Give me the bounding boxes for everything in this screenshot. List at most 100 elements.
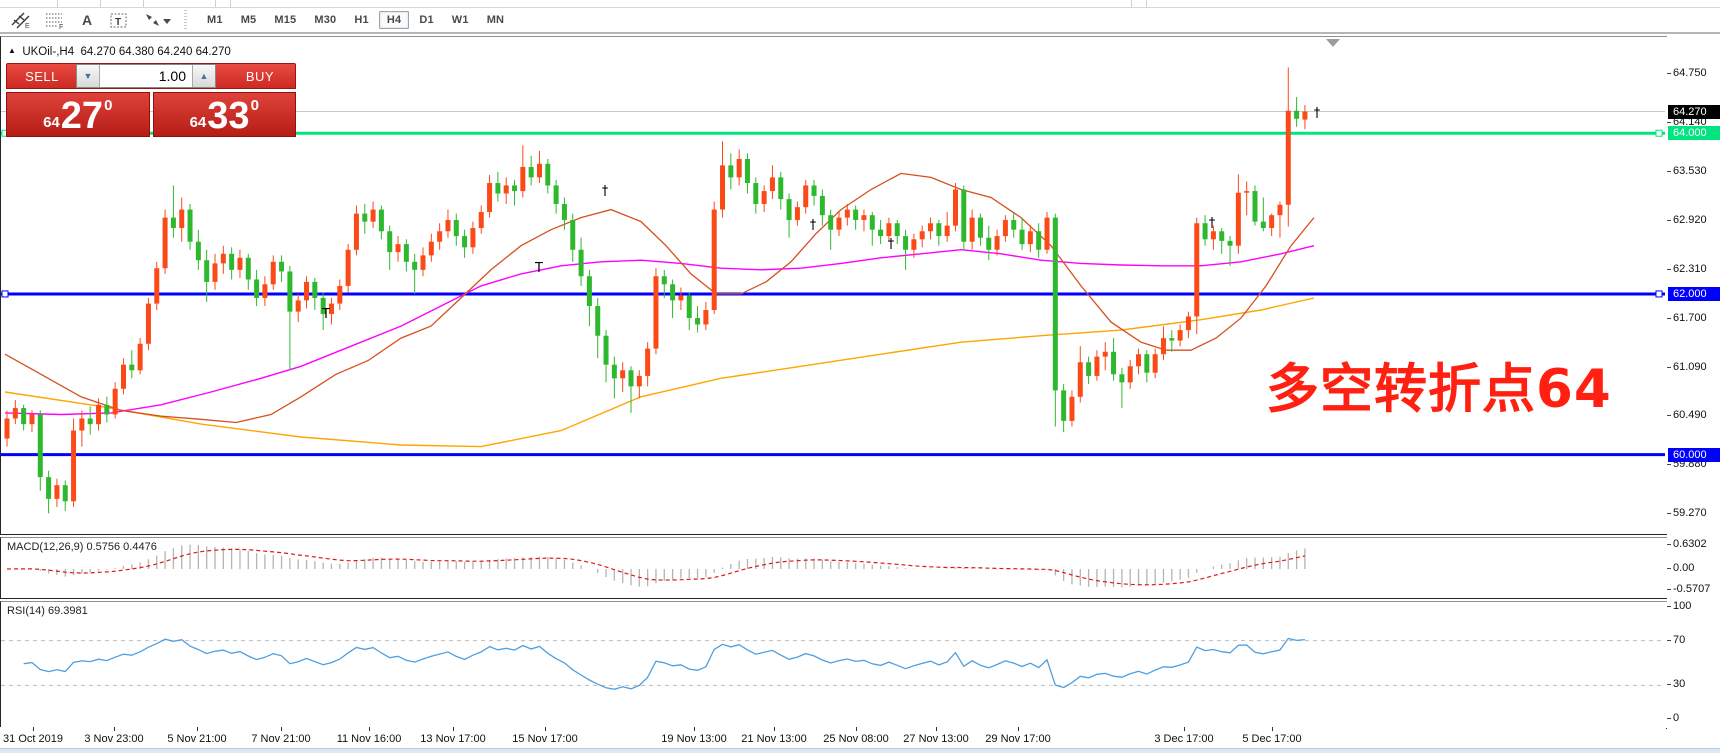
arrows-icon[interactable] bbox=[140, 9, 174, 31]
candle-body bbox=[695, 318, 700, 324]
macd-panel[interactable]: MACD(12,26,9) 0.5756 0.4476 bbox=[0, 537, 1668, 599]
tab-h1[interactable]: H1 bbox=[346, 11, 376, 29]
candle-body bbox=[1011, 220, 1016, 230]
candle-body bbox=[653, 276, 658, 348]
candle-body bbox=[870, 215, 875, 229]
candle-body bbox=[762, 191, 767, 204]
time-tick bbox=[936, 727, 937, 731]
text-box-icon[interactable]: T bbox=[106, 9, 132, 31]
svg-text:T: T bbox=[115, 17, 121, 28]
candle-body bbox=[678, 296, 683, 301]
candle-body bbox=[354, 214, 359, 250]
tab-w1[interactable]: W1 bbox=[444, 11, 477, 29]
tab-m30[interactable]: M30 bbox=[306, 11, 344, 29]
volume-increase-button[interactable]: ▲ bbox=[192, 65, 215, 87]
candle-body bbox=[1119, 374, 1124, 382]
time-label: 11 Nov 16:00 bbox=[337, 733, 402, 745]
collapse-arrow-icon[interactable]: ▲ bbox=[8, 46, 16, 55]
toolbar-separator bbox=[57, 0, 58, 7]
volume-decrease-button[interactable]: ▼ bbox=[77, 65, 100, 87]
tab-m15[interactable]: M15 bbox=[266, 11, 304, 29]
window-bottom-strip bbox=[0, 748, 1720, 753]
equidistant-channel-icon[interactable]: E bbox=[8, 9, 34, 31]
price-tick: 64.750 bbox=[1667, 67, 1720, 79]
fibonacci-icon[interactable]: F bbox=[42, 9, 68, 31]
candle-body bbox=[928, 223, 933, 231]
text-label-icon[interactable]: A bbox=[74, 9, 100, 31]
candle-body bbox=[71, 431, 76, 502]
candle-body bbox=[945, 226, 950, 236]
candle-body bbox=[1161, 338, 1166, 354]
candle-body bbox=[1028, 231, 1033, 244]
candle-body bbox=[1178, 330, 1183, 340]
candle-body bbox=[221, 254, 226, 264]
svg-text:F: F bbox=[59, 24, 63, 29]
candle-body bbox=[1111, 352, 1116, 375]
candle-body bbox=[179, 210, 184, 228]
candle-body bbox=[645, 349, 650, 376]
candle-body bbox=[712, 210, 717, 310]
time-tick bbox=[33, 727, 34, 731]
price-tick: 63.530 bbox=[1667, 165, 1720, 177]
time-label: 15 Nov 17:00 bbox=[512, 733, 577, 745]
ask-big-digits: 33 bbox=[207, 99, 249, 133]
candle-body bbox=[1053, 218, 1058, 391]
candle-body bbox=[54, 485, 59, 499]
buy-button[interactable]: BUY bbox=[225, 69, 295, 84]
line-handle[interactable] bbox=[2, 291, 8, 297]
chart-object-marker[interactable]: † bbox=[1209, 216, 1216, 231]
chart-object-marker[interactable]: † bbox=[1314, 106, 1321, 121]
candle-body bbox=[1069, 397, 1074, 421]
candle-body bbox=[853, 210, 858, 220]
candle-body bbox=[445, 220, 450, 231]
time-label: 5 Dec 17:00 bbox=[1242, 733, 1301, 745]
time-label: 3 Nov 23:00 bbox=[84, 733, 143, 745]
rsi-tick: 100 bbox=[1667, 600, 1720, 612]
chart-shift-marker-icon[interactable] bbox=[1326, 39, 1340, 47]
chart-object-marker[interactable]: T bbox=[321, 307, 330, 322]
time-tick bbox=[281, 727, 282, 731]
candle-body bbox=[479, 212, 484, 228]
chart-object-marker[interactable]: T bbox=[534, 261, 543, 276]
tab-m5[interactable]: M5 bbox=[233, 11, 265, 29]
ask-quote-panel[interactable]: 64 33 0 bbox=[153, 92, 297, 137]
rsi-panel[interactable]: RSI(14) 69.3981 bbox=[0, 601, 1668, 729]
candle-body bbox=[404, 244, 409, 262]
candle-body bbox=[46, 477, 51, 499]
sell-button[interactable]: SELL bbox=[7, 69, 77, 84]
price-badge: 64.000 bbox=[1668, 126, 1720, 140]
candle-body bbox=[903, 236, 908, 250]
candle-body bbox=[529, 167, 534, 177]
price-badge: 60.000 bbox=[1668, 448, 1720, 462]
time-label: 31 Oct 2019 bbox=[3, 733, 63, 745]
tab-h4[interactable]: H4 bbox=[379, 11, 409, 29]
line-handle[interactable] bbox=[1656, 130, 1662, 136]
candle-body bbox=[1061, 390, 1066, 421]
time-label: 19 Nov 13:00 bbox=[661, 733, 726, 745]
tab-m1[interactable]: M1 bbox=[199, 11, 231, 29]
toolbar-separator bbox=[215, 0, 216, 7]
chart-object-marker[interactable]: † bbox=[888, 237, 895, 252]
candle-body bbox=[1128, 366, 1133, 382]
price-axis[interactable]: 64.75064.14063.53062.92062.31061.70061.0… bbox=[1667, 36, 1720, 748]
line-handle[interactable] bbox=[1656, 291, 1662, 297]
tab-mn[interactable]: MN bbox=[479, 11, 513, 29]
chart-object-marker[interactable]: † bbox=[810, 218, 817, 233]
chart-object-marker[interactable]: † bbox=[602, 184, 609, 199]
price-tick: 59.270 bbox=[1667, 507, 1720, 519]
rsi-tick: 30 bbox=[1667, 678, 1720, 690]
time-axis[interactable]: 31 Oct 20193 Nov 23:005 Nov 21:007 Nov 2… bbox=[0, 727, 1666, 748]
tab-d1[interactable]: D1 bbox=[411, 11, 441, 29]
time-label: 21 Nov 13:00 bbox=[741, 733, 806, 745]
bid-quote-panel[interactable]: 64 27 0 bbox=[6, 92, 150, 137]
toolbar-grip[interactable] bbox=[184, 10, 187, 30]
volume-input[interactable]: 1.00 bbox=[100, 65, 192, 87]
toolbar-separator bbox=[143, 0, 144, 7]
time-tick bbox=[197, 727, 198, 731]
candle-body bbox=[662, 276, 667, 284]
candle-body bbox=[163, 218, 168, 269]
candle-body bbox=[812, 185, 817, 195]
time-tick bbox=[545, 727, 546, 731]
toolbar-separator bbox=[1131, 0, 1132, 7]
candle-body bbox=[213, 263, 218, 281]
